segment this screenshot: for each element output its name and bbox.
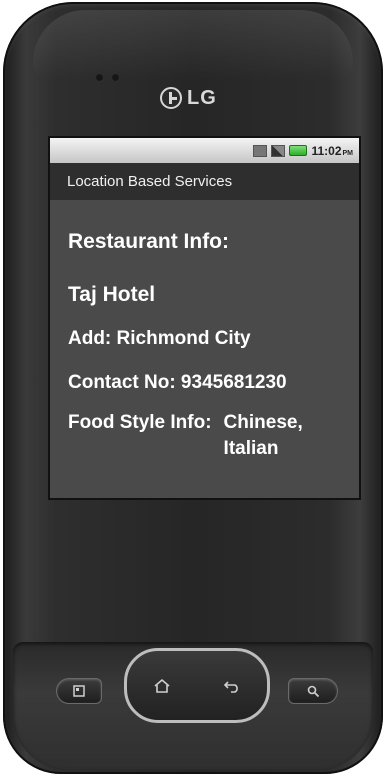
menu-button[interactable]	[56, 678, 102, 704]
home-icon	[154, 678, 170, 693]
home-button[interactable]	[142, 671, 182, 701]
status-time: 11:02PM	[311, 142, 353, 160]
brand-logo: LG	[160, 84, 217, 112]
menu-icon	[73, 685, 85, 697]
food-style-value: Chinese, Italian	[223, 412, 303, 459]
navigation-pod	[124, 648, 270, 723]
phone-screen: 11:02PM Location Based Services Restaura…	[50, 138, 359, 498]
search-button[interactable]	[288, 678, 338, 704]
brand-name: LG	[187, 86, 217, 109]
restaurant-name: Taj Hotel	[68, 283, 156, 306]
sim-icon	[253, 144, 268, 157]
restaurant-contact: Contact No: 9345681230	[68, 372, 287, 393]
battery-icon	[289, 145, 308, 156]
restaurant-address: Add: Richmond City	[68, 328, 251, 349]
front-camera-dot	[96, 74, 103, 81]
app-title: Location Based Services	[67, 173, 233, 190]
back-button[interactable]	[212, 671, 252, 701]
status-time-value: 11:02	[311, 143, 342, 158]
restaurant-info-heading: Restaurant Info:	[68, 230, 230, 253]
food-style-info: Food Style Info: Chinese, Italian	[68, 412, 358, 462]
sensor-dot	[112, 74, 119, 81]
status-time-ampm: PM	[342, 149, 354, 157]
search-icon	[307, 685, 319, 697]
status-bar: 11:02PM	[50, 138, 359, 163]
lg-logo-icon	[160, 87, 182, 109]
food-style-label: Food Style Info:	[68, 412, 212, 433]
signal-icon	[271, 144, 286, 157]
phone-top-sheen	[33, 10, 353, 80]
back-icon	[223, 680, 238, 693]
app-title-bar: Location Based Services	[50, 163, 359, 200]
